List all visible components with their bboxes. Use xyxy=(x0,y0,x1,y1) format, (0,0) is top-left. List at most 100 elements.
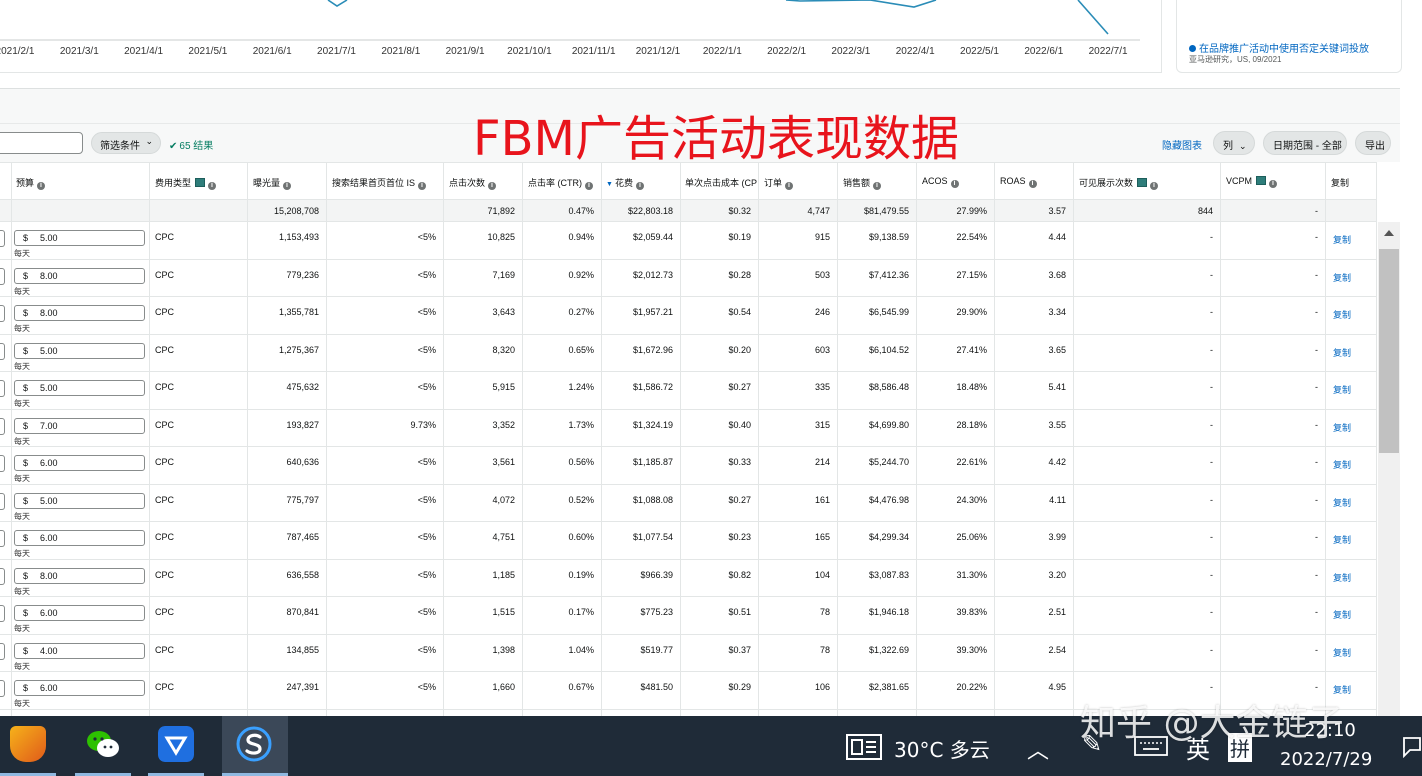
copy-link[interactable]: 复制 xyxy=(1333,346,1351,359)
filter-button[interactable]: 筛选条件 ⌄ xyxy=(91,132,161,154)
copy-link[interactable]: 复制 xyxy=(1333,533,1351,546)
cell-clicks: 1,660 xyxy=(492,682,515,692)
col-orders[interactable]: 订单 i xyxy=(764,176,794,190)
cell-roas: 2.51 xyxy=(1048,607,1066,617)
col-sales[interactable]: 销售额 i xyxy=(843,176,882,190)
budget-input[interactable]: $6.00 xyxy=(14,455,145,471)
cell-spend: $2,059.44 xyxy=(632,232,673,242)
column-divider xyxy=(149,162,150,716)
search-input[interactable] xyxy=(0,132,83,154)
scroll-up-icon[interactable] xyxy=(1384,230,1394,236)
cell-top: <5% xyxy=(417,344,436,355)
taskbar-app-wechat[interactable] xyxy=(75,716,131,776)
cell-impressions: 134,855 xyxy=(286,644,319,655)
budget-input[interactable]: $6.00 xyxy=(14,605,145,621)
copy-link[interactable]: 复制 xyxy=(1333,608,1351,621)
copy-link[interactable]: 复制 xyxy=(1333,458,1351,471)
budget-input[interactable]: $5.00 xyxy=(14,380,145,396)
vertical-scrollbar[interactable] xyxy=(1378,222,1400,716)
row-checkbox[interactable] xyxy=(0,605,5,622)
row-checkbox[interactable] xyxy=(0,642,5,660)
copy-link[interactable]: 复制 xyxy=(1333,233,1351,246)
col-label: ROAS xyxy=(1000,176,1026,186)
taskbar-app-shield[interactable] xyxy=(0,716,56,776)
notification-icon[interactable] xyxy=(1402,736,1422,758)
clock-date[interactable]: 2022/7/29 xyxy=(1280,749,1372,770)
row-checkbox[interactable] xyxy=(0,380,5,397)
insight-link[interactable]: 在品牌推广活动中使用否定关键词投放 xyxy=(1189,40,1369,55)
col-cost-type[interactable]: 费用类型 i xyxy=(155,176,217,190)
budget-input[interactable]: $4.00 xyxy=(14,642,145,659)
budget-input[interactable]: $8.00 xyxy=(14,267,145,284)
budget-period: 每天 xyxy=(14,699,30,708)
budget-input[interactable]: $6.00 xyxy=(14,680,145,696)
col-acos[interactable]: ACOS i xyxy=(922,176,959,188)
copy-link[interactable]: 复制 xyxy=(1333,496,1351,509)
copy-link[interactable]: 复制 xyxy=(1333,271,1351,284)
info-icon: i xyxy=(418,182,427,190)
copy-link[interactable]: 复制 xyxy=(1333,383,1351,396)
row-checkbox[interactable] xyxy=(0,230,5,247)
row-checkbox[interactable] xyxy=(0,567,5,585)
copy-link[interactable]: 复制 xyxy=(1333,308,1351,321)
col-roas[interactable]: ROAS i xyxy=(1000,176,1037,188)
date-range-button[interactable]: 日期范围 - 全部 xyxy=(1263,131,1347,155)
cell-viewable: - xyxy=(1210,644,1213,655)
budget-input[interactable]: $6.00 xyxy=(14,530,145,546)
copy-link[interactable]: 复制 xyxy=(1333,571,1351,584)
export-button[interactable]: 导出 xyxy=(1355,131,1391,155)
col-cpc[interactable]: 单次点击成本 (CPC) xyxy=(685,176,757,189)
currency-symbol: $ xyxy=(23,458,29,468)
cell-spend: $1,324.19 xyxy=(632,419,673,430)
weather-text[interactable]: 30°C 多云 xyxy=(894,734,990,763)
budget-value: 7.00 xyxy=(40,420,58,431)
budget-input[interactable]: $5.00 xyxy=(14,342,145,359)
col-budget[interactable]: 预算 i xyxy=(16,176,46,190)
budget-input[interactable]: $5.00 xyxy=(14,230,145,246)
cell-ctr: 0.60% xyxy=(568,532,594,542)
row-checkbox[interactable] xyxy=(0,530,5,547)
row-checkbox[interactable] xyxy=(0,492,5,510)
col-impressions[interactable]: 曝光量 i xyxy=(253,176,292,190)
row-checkbox[interactable] xyxy=(0,305,5,322)
col-clicks[interactable]: 点击次数 i xyxy=(449,176,497,190)
budget-input[interactable]: $7.00 xyxy=(14,417,145,434)
scrollbar-thumb[interactable] xyxy=(1379,249,1399,453)
col-top-of-search[interactable]: 搜索结果首页首位 IS i xyxy=(332,176,427,190)
col-label: 订单 xyxy=(764,178,783,188)
cell-cpc: $0.20 xyxy=(728,344,751,355)
col-vcpm[interactable]: VCPM i xyxy=(1226,176,1278,188)
row-checkbox[interactable] xyxy=(0,680,5,697)
table-row: $6.00 每天 CPC 787,465 <5% 4,751 0.60% $1,077.54 $… xyxy=(0,522,1376,560)
budget-period: 每天 xyxy=(14,399,30,408)
info-icon: i xyxy=(873,182,882,190)
hide-chart-link[interactable]: 隐藏图表 xyxy=(1162,137,1202,152)
col-viewable[interactable]: 可见展示次数 i xyxy=(1079,176,1159,190)
cell-sales: $4,699.80 xyxy=(868,419,909,430)
copy-link[interactable]: 复制 xyxy=(1333,646,1351,659)
row-checkbox[interactable] xyxy=(0,342,5,360)
copy-link[interactable]: 复制 xyxy=(1333,421,1351,434)
cell-viewable: - xyxy=(1210,382,1213,392)
col-ctr[interactable]: 点击率 (CTR) i xyxy=(528,176,593,190)
columns-button[interactable]: 列 ⌄ xyxy=(1213,131,1255,155)
budget-period: 每天 xyxy=(14,361,30,371)
col-label: VCPM xyxy=(1226,176,1253,186)
column-divider xyxy=(601,162,602,716)
chevron-up-icon[interactable]: ︿ xyxy=(1027,733,1049,765)
col-label: 可见展示次数 xyxy=(1079,178,1134,188)
taskbar-app-active[interactable] xyxy=(222,716,288,776)
budget-period: 每天 xyxy=(14,324,30,333)
budget-period: 每天 xyxy=(14,436,30,446)
budget-input[interactable]: $5.00 xyxy=(14,492,145,509)
taskbar-app-vpn[interactable] xyxy=(148,716,204,776)
row-checkbox[interactable] xyxy=(0,455,5,472)
news-widget-icon[interactable] xyxy=(846,734,882,760)
x-tick-label: 2021/9/1 xyxy=(445,46,485,57)
budget-input[interactable]: $8.00 xyxy=(14,305,145,321)
row-checkbox[interactable] xyxy=(0,417,5,435)
row-checkbox[interactable] xyxy=(0,267,5,285)
budget-input[interactable]: $8.00 xyxy=(14,567,145,584)
currency-symbol: $ xyxy=(23,533,29,543)
col-spend[interactable]: ▼ 花费 i xyxy=(606,176,644,190)
